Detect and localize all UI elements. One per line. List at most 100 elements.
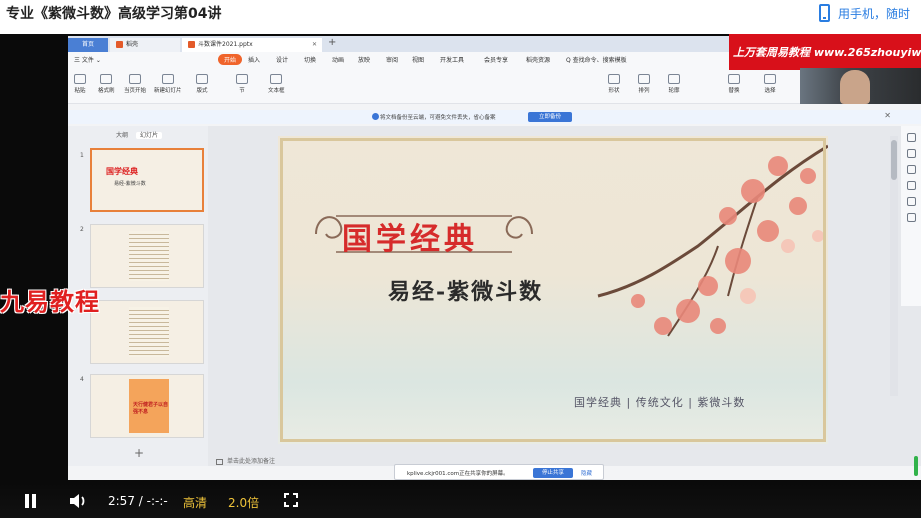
page-title: 专业《紫微斗数》高级学习第04讲 bbox=[6, 6, 222, 22]
ribbon-button-icon bbox=[270, 74, 283, 84]
slide-tagline: 国学经典 | 传统文化 | 紫微斗数 bbox=[574, 396, 746, 409]
ribbon-button[interactable]: 选择 bbox=[764, 74, 776, 94]
ribbon-button[interactable]: 替换 bbox=[728, 74, 740, 94]
stop-share-button[interactable]: 停止共享 bbox=[533, 468, 573, 478]
tab-outline[interactable]: 大纲 bbox=[116, 132, 128, 139]
scrollbar-thumb[interactable] bbox=[891, 140, 897, 180]
slide-thumb-4[interactable]: 天行健君子以自强不息 bbox=[90, 374, 204, 438]
tool-icon[interactable] bbox=[906, 213, 916, 222]
infobar-text: 将文档备份至云端，可避免文件丢失，省心备案 bbox=[380, 115, 496, 121]
video-player[interactable]: 首页 稻壳 斗数课件2021.pptx ✕ + 三 文件 ⌄ 开始 插入 设计 切换 动画 放… bbox=[0, 34, 921, 518]
slide-thumb-1[interactable]: 国学经典 易经-紫微斗数 bbox=[90, 148, 204, 212]
phone-link[interactable]: 用手机，随时 bbox=[811, 0, 921, 26]
ribbon-button[interactable]: 形状 bbox=[608, 74, 620, 94]
duration: / -:-:- bbox=[138, 494, 168, 508]
ribbon-button[interactable]: 轮廓 bbox=[668, 74, 680, 94]
share-text: kplive.ckjr001.com正在共享你的屏幕。 bbox=[407, 471, 509, 477]
ribbon-button-label: 形状 bbox=[608, 88, 620, 94]
add-tab-button[interactable]: + bbox=[328, 37, 336, 48]
menu-item[interactable]: 三 文件 ⌄ bbox=[74, 55, 101, 64]
thumb-subtitle: 易经-紫微斗数 bbox=[114, 181, 146, 187]
ribbon-button-label: 格式刷 bbox=[98, 88, 115, 94]
menu-item[interactable]: 设计 bbox=[276, 55, 288, 64]
ribbon-button[interactable]: 新建幻灯片 bbox=[154, 74, 182, 94]
status-indicator bbox=[914, 456, 918, 476]
draft-icon bbox=[116, 41, 123, 48]
ribbon-button-label: 版式 bbox=[196, 88, 208, 94]
menu-item[interactable]: 会员专享 bbox=[484, 55, 508, 64]
menu-item[interactable]: 视图 bbox=[412, 55, 424, 64]
ribbon-button-icon bbox=[129, 74, 141, 84]
ribbon-button-label: 新建幻灯片 bbox=[154, 88, 182, 94]
menu-item[interactable]: Q 查找命令、搜索模板 bbox=[566, 55, 627, 64]
play-pause-icon[interactable] bbox=[24, 494, 38, 508]
thumb-text-lines bbox=[129, 307, 169, 357]
thumb4-text: 天行健君子以自强不息 bbox=[133, 402, 169, 415]
close-icon[interactable]: ✕ bbox=[884, 111, 891, 120]
thumb-orange-page: 天行健君子以自强不息 bbox=[129, 379, 169, 433]
ribbon-button-icon bbox=[236, 74, 248, 84]
ribbon-button[interactable]: 格式刷 bbox=[98, 74, 115, 94]
tab-document[interactable]: 斗数课件2021.pptx ✕ bbox=[182, 38, 322, 52]
close-icon[interactable]: ✕ bbox=[312, 38, 317, 52]
video-frame: 首页 稻壳 斗数课件2021.pptx ✕ + 三 文件 ⌄ 开始 插入 设计 切换 动画 放… bbox=[68, 36, 921, 480]
tab-draft-label: 稻壳 bbox=[126, 41, 139, 48]
ribbon-button[interactable]: 当页开始 bbox=[124, 74, 146, 94]
ribbon-button-icon bbox=[638, 74, 650, 84]
fullscreen-icon[interactable] bbox=[284, 493, 298, 507]
current-slide[interactable]: 国学经典 易经-紫微斗数 国学经典 | 传统文化 | 紫微斗数 bbox=[278, 136, 828, 444]
menu-item[interactable]: 动画 bbox=[332, 55, 344, 64]
playback-time: 2:57 / -:-:- bbox=[108, 494, 168, 508]
menu-item[interactable]: 审阅 bbox=[386, 55, 398, 64]
tool-icon[interactable] bbox=[906, 149, 916, 158]
vertical-scrollbar[interactable] bbox=[890, 136, 898, 396]
tool-icon[interactable] bbox=[906, 165, 916, 174]
backup-infobar: 将文档备份至云端，可避免文件丢失，省心备案 立即备份 ✕ bbox=[68, 110, 921, 124]
ribbon-button-icon bbox=[196, 74, 208, 84]
ribbon-button[interactable]: 粘贴 bbox=[74, 74, 86, 94]
slide-edit-area: 国学经典 易经-紫微斗数 国学经典 | 传统文化 | 紫微斗数 bbox=[208, 126, 921, 466]
tool-icon[interactable] bbox=[906, 133, 916, 142]
tab-home[interactable]: 首页 bbox=[68, 38, 108, 52]
brand-banner: 上万套周易教程 www.265zhouyiw.com bbox=[729, 34, 921, 70]
tab-slides[interactable]: 幻灯片 bbox=[135, 132, 162, 139]
speed-button[interactable]: 2.0倍 bbox=[228, 494, 259, 511]
ribbon-button-icon bbox=[100, 74, 113, 84]
notes-bar[interactable]: 单击此处添加备注 bbox=[216, 456, 275, 465]
side-toolbar bbox=[901, 126, 921, 306]
ribbon-button-icon bbox=[728, 74, 740, 84]
slide-thumb-2[interactable] bbox=[90, 224, 204, 288]
thumb-text-lines bbox=[129, 231, 169, 281]
ribbon-button[interactable]: 文本框 bbox=[268, 74, 285, 94]
thumb-title: 国学经典 bbox=[106, 167, 138, 176]
brand-text: 上万套周易教程 www.265zhouyiw.com bbox=[733, 46, 921, 59]
tab-draft[interactable]: 稻壳 bbox=[110, 38, 180, 52]
slide-subtitle: 易经-紫微斗数 bbox=[388, 279, 544, 305]
slide-thumb-3[interactable] bbox=[90, 300, 204, 364]
ribbon-button-label: 粘贴 bbox=[74, 88, 86, 94]
backup-button[interactable]: 立即备份 bbox=[528, 112, 572, 122]
menu-item[interactable]: 放映 bbox=[358, 55, 370, 64]
hide-share-link[interactable]: 隐藏 bbox=[581, 469, 592, 477]
menu-item[interactable]: 切换 bbox=[304, 55, 316, 64]
tool-icon[interactable] bbox=[906, 181, 916, 190]
menu-item[interactable]: 插入 bbox=[248, 55, 260, 64]
quality-button[interactable]: 高清 bbox=[183, 494, 207, 511]
ribbon-button[interactable]: 节 bbox=[236, 74, 248, 94]
ribbon-button-icon bbox=[608, 74, 620, 84]
volume-icon[interactable] bbox=[68, 492, 88, 510]
screen-share-bar: kplive.ckjr001.com正在共享你的屏幕。 停止共享 隐藏 bbox=[394, 464, 604, 480]
ribbon-button-icon bbox=[668, 74, 680, 84]
menu-item[interactable]: 稻壳资源 bbox=[526, 55, 550, 64]
ribbon-button[interactable]: 版式 bbox=[196, 74, 208, 94]
ribbon-button[interactable]: 排列 bbox=[638, 74, 650, 94]
plus-icon[interactable]: + bbox=[134, 446, 144, 460]
tab-document-label: 斗数课件2021.pptx bbox=[198, 41, 253, 48]
ribbon-button-label: 节 bbox=[239, 88, 245, 94]
menu-item[interactable]: 开始 bbox=[218, 54, 243, 65]
tool-icon[interactable] bbox=[906, 197, 916, 206]
thumb-number: 1 bbox=[80, 152, 84, 159]
ribbon-button-label: 当页开始 bbox=[124, 88, 147, 94]
player-controls: 2:57 / -:-:- 高清 2.0倍 bbox=[0, 482, 921, 518]
menu-item[interactable]: 开发工具 bbox=[440, 55, 464, 64]
